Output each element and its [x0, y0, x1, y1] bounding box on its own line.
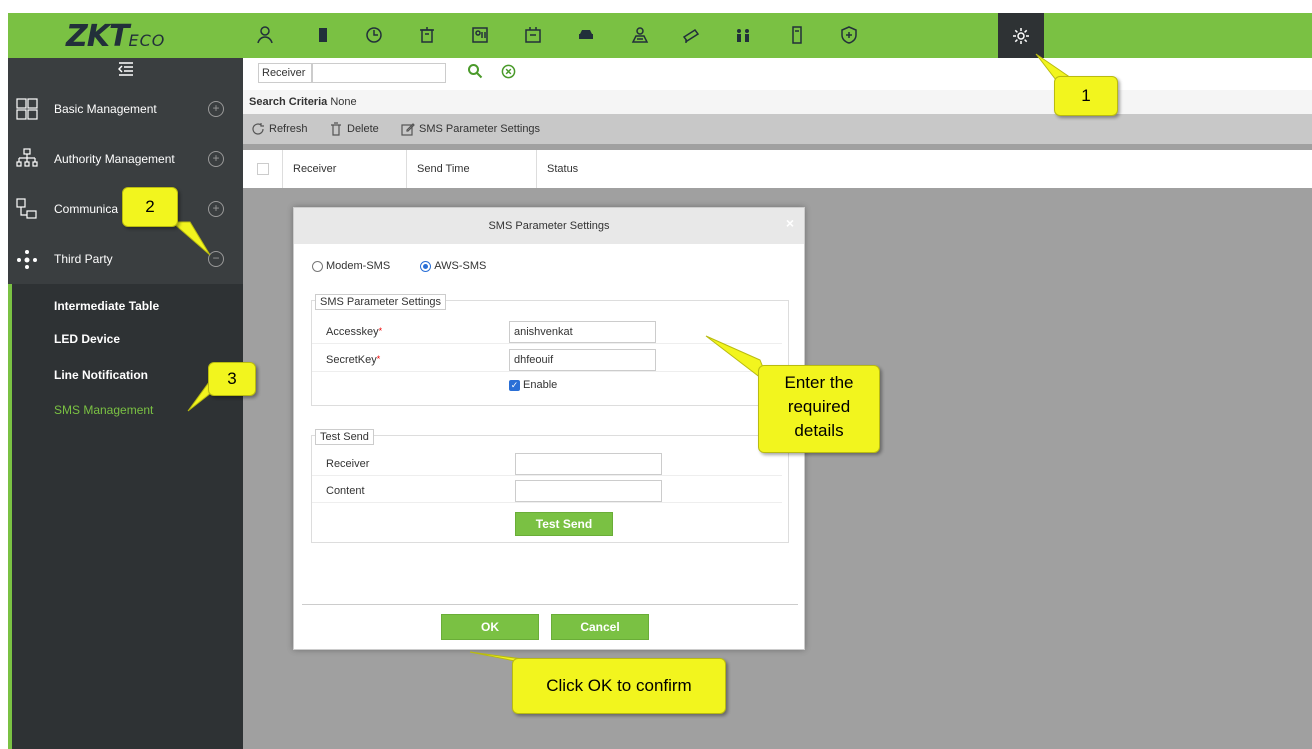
- secretkey-label: SecretKey*: [326, 354, 381, 366]
- sidebar-menu-group: Basic Management + Authority Management …: [8, 58, 243, 284]
- callout-step-3: 3: [208, 362, 256, 396]
- car-icon[interactable]: [571, 20, 601, 50]
- radio-indicator: [420, 260, 432, 272]
- radio-indicator: [312, 260, 323, 272]
- sidebar-subitem-intermediate-table[interactable]: Intermediate Table: [54, 299, 159, 313]
- people-icon[interactable]: [728, 20, 758, 50]
- column-status[interactable]: Status: [537, 150, 657, 188]
- criteria-value: None: [330, 96, 357, 108]
- search-icon[interactable]: [467, 63, 483, 79]
- select-all-cell: [243, 150, 283, 188]
- select-all-checkbox[interactable]: [257, 163, 269, 175]
- callout-step-1: 1: [1054, 76, 1118, 116]
- sms-parameter-settings-dialog: SMS Parameter Settings × Modem-SMS AWS-S…: [293, 207, 805, 650]
- radio-aws-sms[interactable]: AWS-SMS: [420, 260, 486, 272]
- toolbar: Refresh Delete SMS Parameter Settings: [243, 114, 1312, 144]
- sms-type-radio-group: Modem-SMS AWS-SMS: [312, 260, 486, 272]
- sidebar-item-label: Basic Management: [54, 102, 157, 116]
- radio-label: AWS-SMS: [434, 260, 487, 272]
- expand-icon[interactable]: +: [208, 151, 224, 167]
- clear-search-icon[interactable]: [501, 64, 516, 79]
- third-party-icon: [17, 250, 37, 269]
- collapse-menu-icon[interactable]: [118, 62, 134, 76]
- sms-parameter-settings-button[interactable]: SMS Parameter Settings: [401, 122, 540, 136]
- callout-step-2: 2: [122, 187, 178, 227]
- sidebar-item-label: Third Party: [54, 252, 113, 266]
- column-receiver[interactable]: Receiver: [283, 150, 407, 188]
- delete-icon: [331, 122, 341, 136]
- elevator-icon[interactable]: [412, 20, 442, 50]
- criteria-label: Search Criteria: [249, 96, 328, 108]
- ok-button[interactable]: OK: [441, 614, 539, 640]
- collapse-icon[interactable]: −: [208, 251, 224, 267]
- search-field-label: Receiver: [258, 63, 312, 83]
- dialog-title: SMS Parameter Settings: [488, 220, 610, 232]
- receiver-search-input[interactable]: [312, 63, 446, 83]
- refresh-label: Refresh: [269, 123, 308, 135]
- locker-icon[interactable]: [782, 20, 812, 50]
- zkteco-logo: ZKTECO: [66, 19, 166, 54]
- shield-plus-icon[interactable]: [834, 20, 864, 50]
- checkbox-indicator: ✓: [509, 379, 520, 391]
- video-icon[interactable]: [676, 20, 706, 50]
- delete-label: Delete: [347, 123, 379, 135]
- search-bar: Receiver: [243, 58, 1312, 90]
- search-criteria: Search Criteria None: [243, 90, 1312, 114]
- sidebar: Basic Management + Authority Management …: [8, 58, 243, 749]
- refresh-button[interactable]: Refresh: [251, 122, 308, 136]
- radio-modem-sms[interactable]: Modem-SMS: [312, 260, 390, 272]
- sidebar-item-basic-management[interactable]: Basic Management +: [8, 86, 243, 132]
- hierarchy-icon: [16, 148, 38, 167]
- radio-label: Modem-SMS: [326, 260, 391, 272]
- secretkey-input[interactable]: dhfeouif: [509, 349, 656, 371]
- callout-enter-details: Enter the required details: [758, 365, 880, 453]
- sidebar-subitem-sms-management[interactable]: SMS Management: [54, 403, 153, 417]
- sidebar-item-label: Authority Management: [54, 152, 175, 166]
- receiver-label: Receiver: [326, 458, 370, 470]
- delete-button[interactable]: Delete: [329, 122, 379, 136]
- test-receiver-input[interactable]: [515, 453, 662, 475]
- sidebar-item-authority-management[interactable]: Authority Management +: [8, 136, 243, 182]
- sms-parameters-legend: SMS Parameter Settings: [315, 294, 447, 310]
- sidebar-subitem-line-notification[interactable]: Line Notification: [54, 368, 148, 382]
- test-send-button[interactable]: Test Send: [515, 512, 613, 536]
- sms-settings-label: SMS Parameter Settings: [419, 123, 541, 135]
- accesskey-label: Accesskey*: [326, 326, 383, 338]
- sidebar-item-label: Communica: [54, 202, 119, 216]
- grid-icon: [16, 98, 38, 120]
- patrol-icon[interactable]: [625, 20, 655, 50]
- expand-icon[interactable]: +: [208, 101, 224, 117]
- accesskey-input[interactable]: anishvenkat: [509, 321, 656, 343]
- close-icon[interactable]: ×: [786, 208, 794, 238]
- column-send-time[interactable]: Send Time: [407, 150, 537, 188]
- door-icon[interactable]: [308, 20, 338, 50]
- dialog-divider: [302, 604, 798, 605]
- enable-label: Enable: [523, 379, 558, 391]
- network-icon: [16, 198, 37, 219]
- enable-checkbox[interactable]: ✓ Enable: [509, 379, 557, 391]
- test-send-legend: Test Send: [315, 429, 374, 445]
- logo-area: ZKTECO: [8, 13, 242, 58]
- table-header: Receiver Send Time Status: [243, 150, 1312, 188]
- top-navigation-bar: ZKTECO: [8, 13, 1312, 58]
- sidebar-item-third-party[interactable]: Third Party −: [8, 236, 243, 282]
- visitor-icon[interactable]: [465, 20, 495, 50]
- callout-click-ok: Click OK to confirm: [512, 658, 726, 714]
- cancel-button[interactable]: Cancel: [551, 614, 649, 640]
- expand-icon[interactable]: +: [208, 201, 224, 217]
- sidebar-subitem-led-device[interactable]: LED Device: [54, 332, 120, 346]
- refresh-icon: [252, 123, 264, 135]
- test-content-input[interactable]: [515, 480, 662, 502]
- gear-icon[interactable]: [998, 13, 1044, 58]
- person-icon[interactable]: [250, 20, 280, 50]
- clock-icon[interactable]: [359, 20, 389, 50]
- edit-icon: [401, 123, 415, 136]
- dialog-header: SMS Parameter Settings ×: [294, 208, 804, 244]
- parking-board-icon[interactable]: [518, 20, 548, 50]
- content-label: Content: [326, 485, 365, 497]
- submenu-accent-bar: [8, 284, 12, 749]
